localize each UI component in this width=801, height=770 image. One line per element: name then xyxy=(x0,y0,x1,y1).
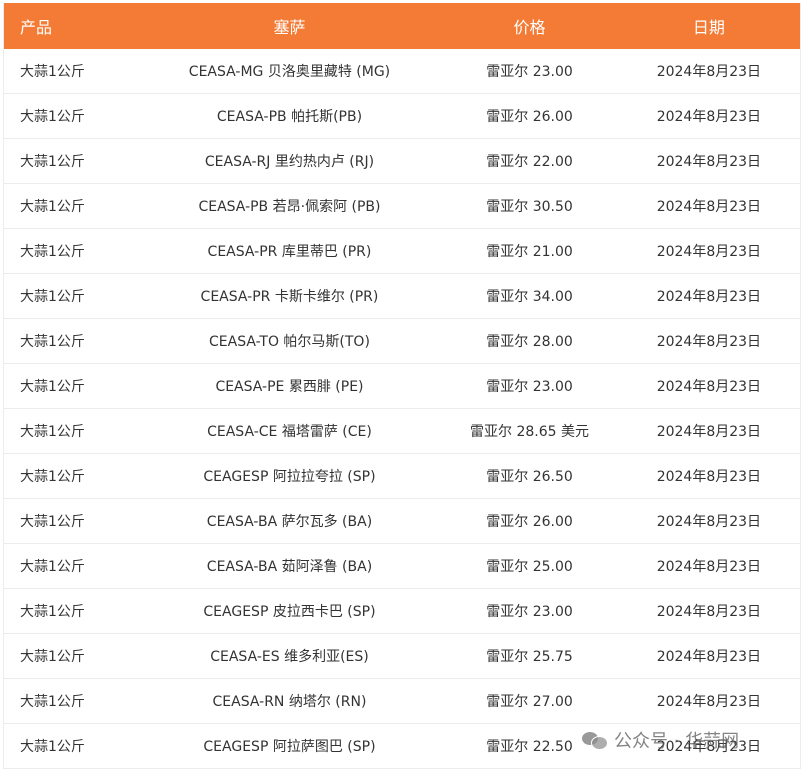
cell-product: 大蒜1公斤 xyxy=(20,199,85,215)
cell-ceasa: CEASA-PR 库里蒂巴 (PR) xyxy=(207,244,372,260)
cell-price: 雷亚尔 26.50 xyxy=(486,469,573,485)
table-row: 大蒜1公斤 CEASA-ES 维多利亚(ES) 雷亚尔 25.75 2024年8月23… xyxy=(4,633,800,678)
cell-price: 雷亚尔 26.00 xyxy=(486,514,573,530)
cell-ceasa: CEASA-RN 纳塔尔 (RN) xyxy=(212,694,367,710)
cell-price: 雷亚尔 23.00 xyxy=(486,379,573,395)
cell-price: 雷亚尔 28.65 美元 xyxy=(470,424,590,440)
cell-ceasa: CEASA-BA 萨尔瓦多 (BA) xyxy=(206,514,373,530)
cell-ceasa: CEASA-PE 累西腓 (PE) xyxy=(215,379,364,395)
price-table: 产品 塞萨 价格 日期 大蒜1公斤 CEASA-MG 贝洛奥里藏特 (MG) 雷亚尔… xyxy=(3,3,801,769)
cell-ceasa: CEASA-TO 帕尔马斯(TO) xyxy=(209,334,370,350)
cell-ceasa: CEASA-RJ 里约热内卢 (RJ) xyxy=(204,154,375,170)
cell-date: 2024年8月23日 xyxy=(656,199,762,215)
cell-price: 雷亚尔 21.00 xyxy=(486,244,573,260)
header-ceasa: 塞萨 xyxy=(273,18,306,37)
cell-date: 2024年8月23日 xyxy=(656,334,762,350)
cell-price: 雷亚尔 23.00 xyxy=(486,64,573,80)
cell-date: 2024年8月23日 xyxy=(656,64,762,80)
cell-ceasa: CEAGESP 皮拉西卡巴 (SP) xyxy=(203,604,376,620)
table-row: 大蒜1公斤 CEASA-PB 若昂·佩索阿 (PB) 雷亚尔 30.50 2024年8… xyxy=(4,183,800,228)
cell-product: 大蒜1公斤 xyxy=(20,739,85,755)
cell-ceasa: CEASA-PB 若昂·佩索阿 (PB) xyxy=(198,199,381,215)
table-row: 大蒜1公斤 CEASA-PR 卡斯卡维尔 (PR) 雷亚尔 34.00 2024年8月… xyxy=(4,273,800,318)
cell-ceasa: CEASA-CE 福塔雷萨 (CE) xyxy=(207,424,372,440)
cell-price: 雷亚尔 27.00 xyxy=(486,694,573,710)
cell-ceasa: CEASA-MG 贝洛奥里藏特 (MG) xyxy=(188,64,391,80)
table-row: 大蒜1公斤 CEASA-PE 累西腓 (PE) 雷亚尔 23.00 2024年8月23… xyxy=(4,363,800,408)
table-row: 大蒜1公斤 CEASA-CE 福塔雷萨 (CE) 雷亚尔 28.65 美元 2024年… xyxy=(4,408,800,453)
table-header: 产品 塞萨 价格 日期 xyxy=(4,3,800,49)
cell-product: 大蒜1公斤 xyxy=(20,514,85,530)
table-row: 大蒜1公斤 CEASA-BA 茹阿泽鲁 (BA) 雷亚尔 25.00 2024年8月2… xyxy=(4,543,800,588)
cell-ceasa: CEASA-BA 茹阿泽鲁 (BA) xyxy=(206,559,373,575)
cell-product: 大蒜1公斤 xyxy=(20,64,85,80)
cell-product: 大蒜1公斤 xyxy=(20,379,85,395)
cell-price: 雷亚尔 25.75 xyxy=(486,649,573,665)
cell-product: 大蒜1公斤 xyxy=(20,244,85,260)
cell-ceasa: CEASA-PR 卡斯卡维尔 (PR) xyxy=(200,289,379,305)
table-row: 大蒜1公斤 CEASA-MG 贝洛奥里藏特 (MG) 雷亚尔 23.00 2024年8… xyxy=(4,49,800,93)
table-row: 大蒜1公斤 CEASA-PB 帕托斯(PB) 雷亚尔 26.00 2024年8月23日 xyxy=(4,93,800,138)
cell-date: 2024年8月23日 xyxy=(656,109,762,125)
table-row: 大蒜1公斤 CEAGESP 皮拉西卡巴 (SP) 雷亚尔 23.00 2024年8月2… xyxy=(4,588,800,633)
cell-product: 大蒜1公斤 xyxy=(20,469,85,485)
cell-product: 大蒜1公斤 xyxy=(20,694,85,710)
cell-date: 2024年8月23日 xyxy=(656,469,762,485)
cell-product: 大蒜1公斤 xyxy=(20,154,85,170)
cell-date: 2024年8月23日 xyxy=(656,649,762,665)
table-row: 大蒜1公斤 CEASA-PR 库里蒂巴 (PR) 雷亚尔 21.00 2024年8月2… xyxy=(4,228,800,273)
table-row: 大蒜1公斤 CEASA-RJ 里约热内卢 (RJ) 雷亚尔 22.00 2024年8月… xyxy=(4,138,800,183)
cell-ceasa: CEAGESP 阿拉拉夸拉 (SP) xyxy=(203,469,376,485)
cell-price: 雷亚尔 23.00 xyxy=(486,604,573,620)
cell-ceasa: CEASA-PB 帕托斯(PB) xyxy=(216,109,363,125)
cell-date: 2024年8月23日 xyxy=(656,559,762,575)
table-row: 大蒜1公斤 CEASA-BA 萨尔瓦多 (BA) 雷亚尔 26.00 2024年8月2… xyxy=(4,498,800,543)
cell-price: 雷亚尔 22.50 xyxy=(486,739,573,755)
cell-date: 2024年8月23日 xyxy=(656,154,762,170)
cell-date: 2024年8月23日 xyxy=(656,424,762,440)
header-date: 日期 xyxy=(692,18,725,37)
cell-date: 2024年8月23日 xyxy=(656,604,762,620)
cell-product: 大蒜1公斤 xyxy=(20,424,85,440)
header-price: 价格 xyxy=(513,18,546,37)
cell-price: 雷亚尔 26.00 xyxy=(486,109,573,125)
cell-product: 大蒜1公斤 xyxy=(20,649,85,665)
cell-price: 雷亚尔 34.00 xyxy=(486,289,573,305)
cell-product: 大蒜1公斤 xyxy=(20,109,85,125)
cell-price: 雷亚尔 22.00 xyxy=(486,154,573,170)
cell-product: 大蒜1公斤 xyxy=(20,289,85,305)
header-product: 产品 xyxy=(20,18,53,37)
cell-ceasa: CEASA-ES 维多利亚(ES) xyxy=(210,649,369,665)
cell-date: 2024年8月23日 xyxy=(656,694,762,710)
cell-price: 雷亚尔 28.00 xyxy=(486,334,573,350)
cell-date: 2024年8月23日 xyxy=(656,289,762,305)
cell-ceasa: CEAGESP 阿拉萨图巴 (SP) xyxy=(203,739,376,755)
table-row: 大蒜1公斤 CEASA-RN 纳塔尔 (RN) 雷亚尔 27.00 2024年8月23… xyxy=(4,678,800,723)
cell-date: 2024年8月23日 xyxy=(656,739,762,755)
cell-date: 2024年8月23日 xyxy=(656,244,762,260)
cell-price: 雷亚尔 30.50 xyxy=(486,199,573,215)
cell-price: 雷亚尔 25.00 xyxy=(486,559,573,575)
cell-product: 大蒜1公斤 xyxy=(20,559,85,575)
table-row: 大蒜1公斤 CEASA-TO 帕尔马斯(TO) 雷亚尔 28.00 2024年8月23… xyxy=(4,318,800,363)
cell-date: 2024年8月23日 xyxy=(656,379,762,395)
cell-product: 大蒜1公斤 xyxy=(20,604,85,620)
table-row: 大蒜1公斤 CEAGESP 阿拉拉夸拉 (SP) 雷亚尔 26.50 2024年8月2… xyxy=(4,453,800,498)
table-body: 大蒜1公斤 CEASA-MG 贝洛奥里藏特 (MG) 雷亚尔 23.00 2024年8… xyxy=(4,49,800,768)
table-row: 大蒜1公斤 CEAGESP 阿拉萨图巴 (SP) 雷亚尔 22.50 2024年8月2… xyxy=(4,723,800,768)
cell-date: 2024年8月23日 xyxy=(656,514,762,530)
cell-product: 大蒜1公斤 xyxy=(20,334,85,350)
